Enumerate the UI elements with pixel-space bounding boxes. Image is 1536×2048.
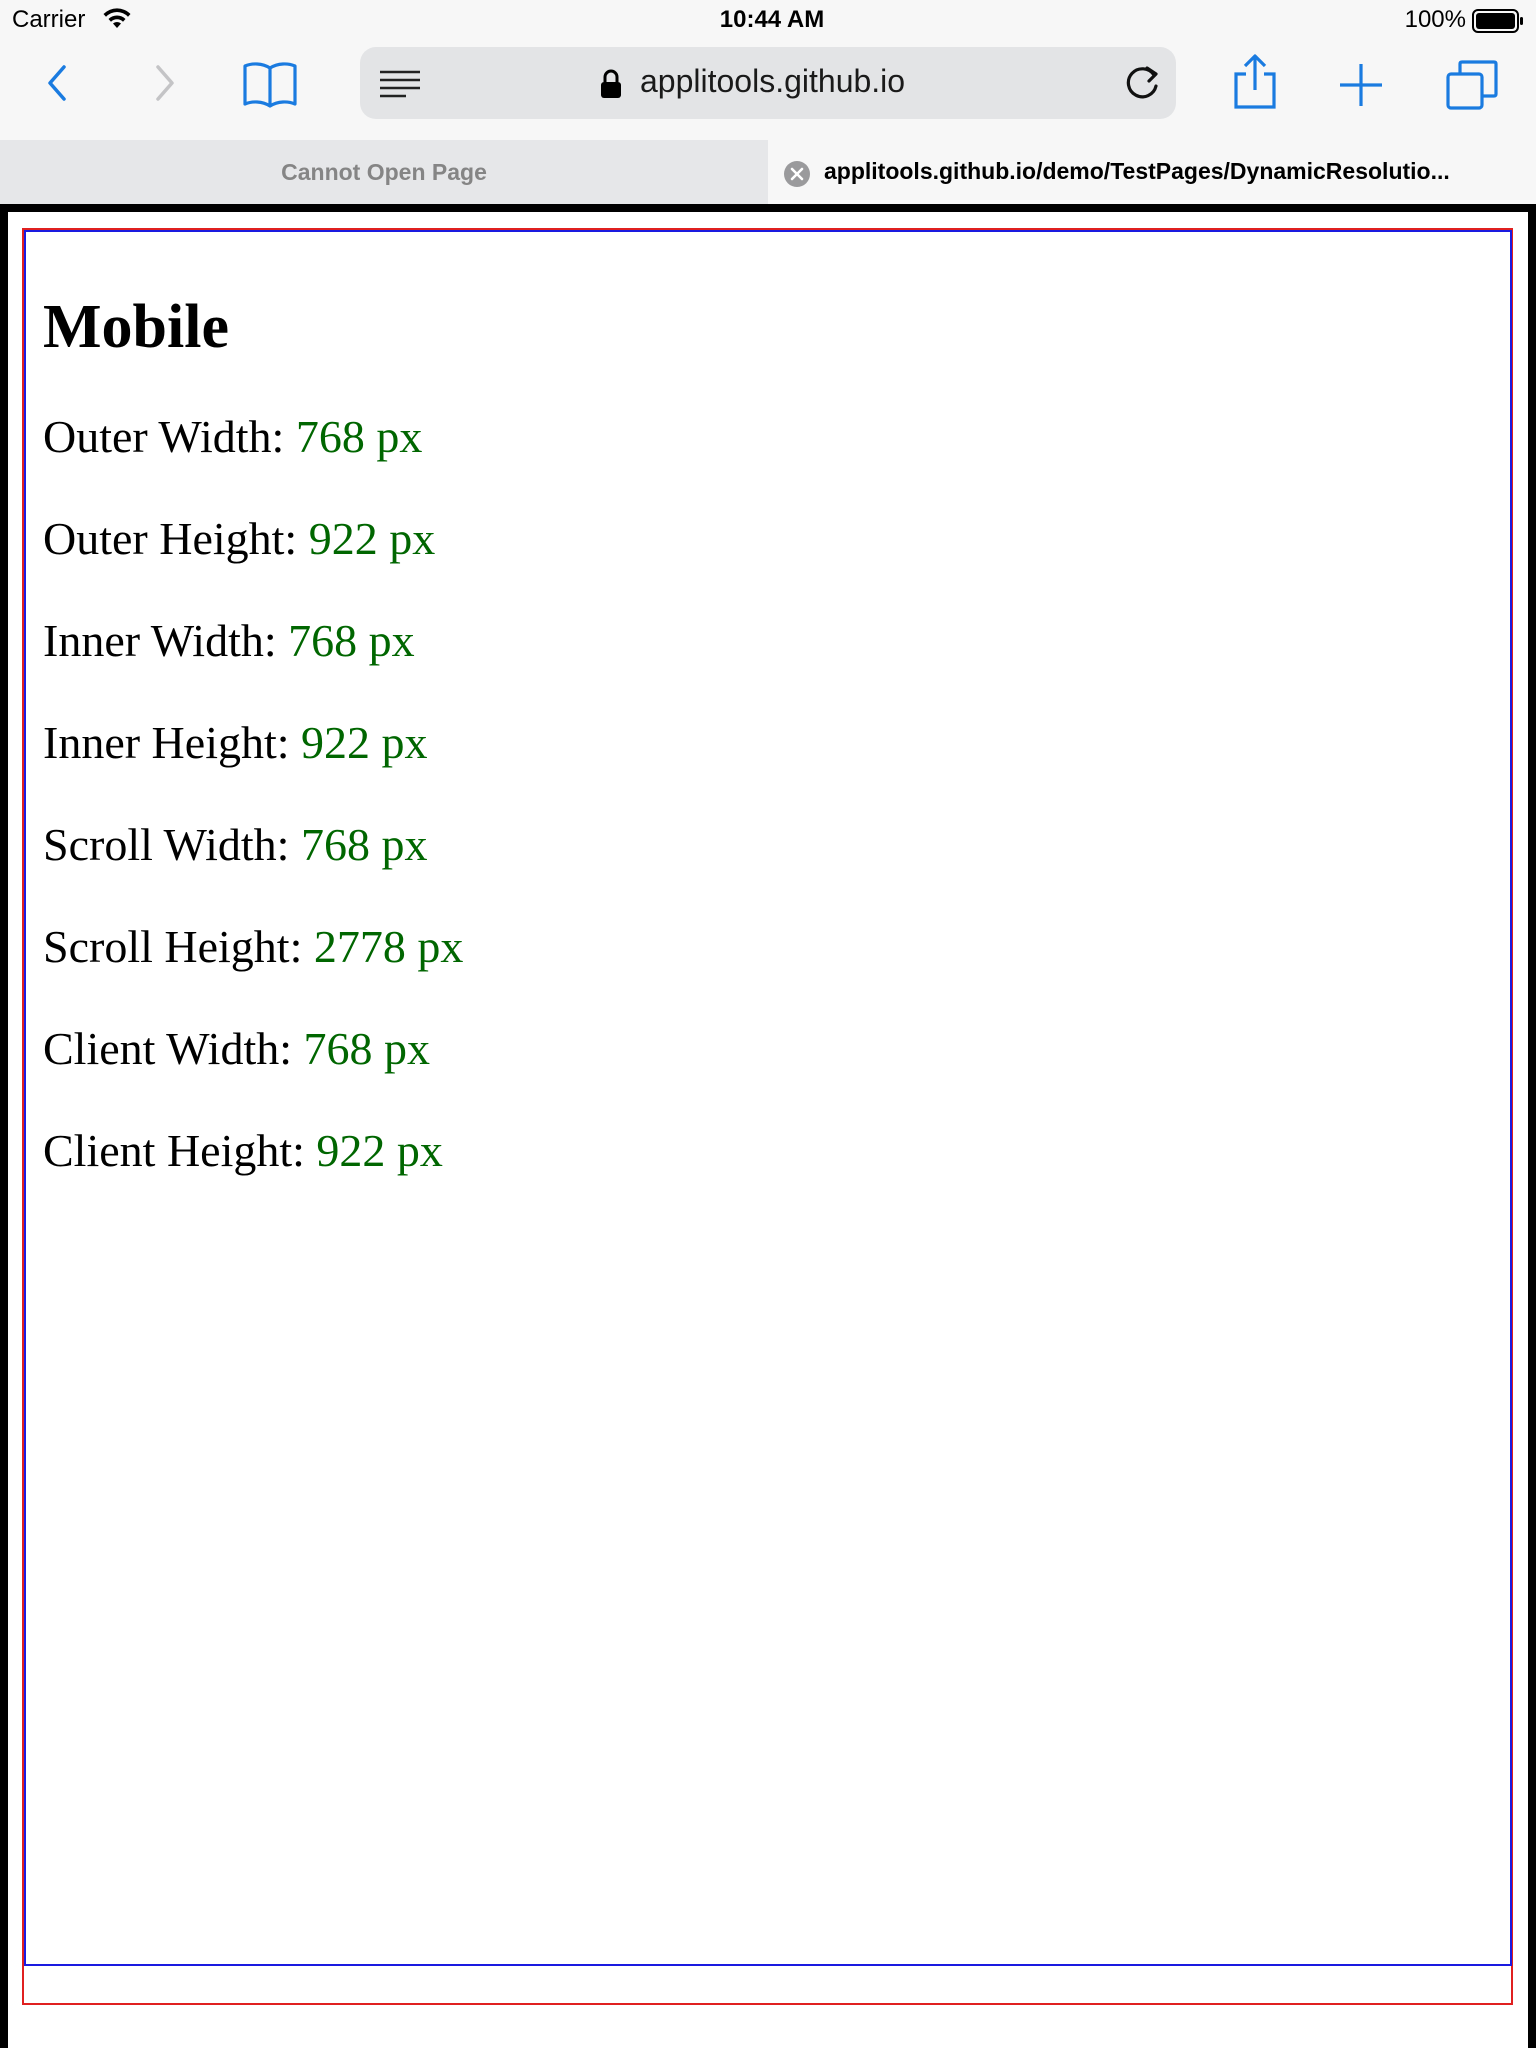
- tab-cannot-open-page[interactable]: Cannot Open Page: [0, 140, 768, 204]
- metric-label: Scroll Height:: [43, 921, 303, 972]
- share-icon[interactable]: [1232, 54, 1278, 110]
- metric-value: 768 px: [303, 1023, 431, 1074]
- metric-value: 922 px: [316, 1125, 443, 1176]
- new-tab-icon[interactable]: [1338, 62, 1384, 108]
- metric-value: 922 px: [301, 717, 428, 768]
- battery-percent: 100%: [1404, 6, 1466, 33]
- metric-value: 768 px: [300, 819, 428, 870]
- reload-icon[interactable]: [1124, 64, 1162, 102]
- metric-label: Inner Height:: [43, 717, 290, 768]
- metric-inner-width: Inner Width: 768 px: [43, 614, 415, 667]
- metric-value: 768 px: [295, 411, 423, 462]
- tab-active-page[interactable]: applitools.github.io/demo/TestPages/Dyna…: [768, 140, 1536, 204]
- close-icon[interactable]: [784, 161, 810, 187]
- browser-toolbar: applitools.github.io: [0, 40, 1536, 140]
- tab-bar: Cannot Open Page applitools.github.io/de…: [0, 140, 1536, 204]
- metric-inner-height: Inner Height: 922 px: [43, 716, 428, 769]
- metric-label: Inner Width:: [43, 615, 277, 666]
- metric-value: 2778 px: [313, 921, 464, 972]
- page-title: Mobile: [43, 293, 229, 361]
- metric-label: Scroll Width:: [43, 819, 290, 870]
- metric-value: 922 px: [308, 513, 436, 564]
- lock-icon: [601, 69, 621, 98]
- metric-client-width: Client Width: 768 px: [43, 1022, 430, 1075]
- metric-label: Client Width:: [43, 1023, 293, 1074]
- metric-outer-width: Outer Width: 768 px: [43, 410, 422, 463]
- status-bar: Carrier 10:44 AM 100%: [0, 0, 1536, 40]
- clock: 10:44 AM: [719, 6, 825, 33]
- metric-client-height: Client Height: 922 px: [43, 1124, 443, 1177]
- url-text[interactable]: applitools.github.io: [640, 63, 905, 100]
- metric-value: 768 px: [288, 615, 415, 666]
- bookmarks-icon[interactable]: [242, 60, 298, 110]
- forward-icon[interactable]: [150, 63, 178, 103]
- tab-title: Cannot Open Page: [281, 158, 487, 185]
- metric-outer-height: Outer Height: 922 px: [43, 512, 435, 565]
- metric-scroll-height: Scroll Height: 2778 px: [43, 920, 463, 973]
- back-icon[interactable]: [44, 63, 72, 103]
- metric-label: Client Height:: [43, 1125, 305, 1176]
- address-bar[interactable]: applitools.github.io: [360, 47, 1176, 119]
- tab-title: applitools.github.io/demo/TestPages/Dyna…: [824, 158, 1450, 184]
- metric-scroll-width: Scroll Width: 768 px: [43, 818, 427, 871]
- battery-icon: [1472, 9, 1523, 33]
- metric-label: Outer Width:: [43, 411, 285, 462]
- metric-label: Outer Height:: [43, 513, 298, 564]
- tabs-icon[interactable]: [1446, 60, 1498, 110]
- reader-icon[interactable]: [378, 69, 422, 99]
- inner-dimension-box: [24, 230, 1512, 1966]
